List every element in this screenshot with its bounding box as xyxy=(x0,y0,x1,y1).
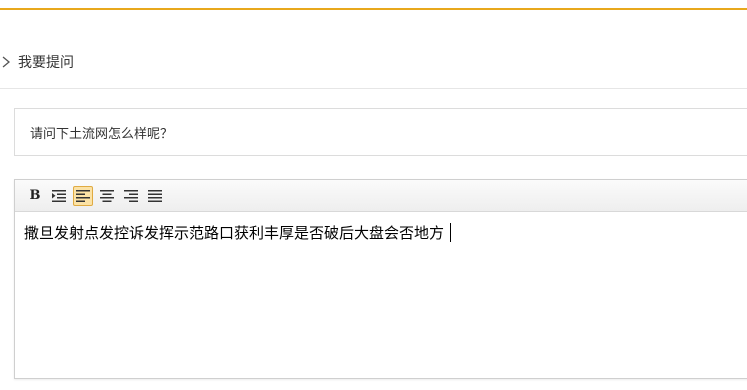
indent-icon xyxy=(52,189,66,202)
page-title: 我要提问 xyxy=(18,55,74,71)
top-accent-bar xyxy=(0,0,747,10)
question-title-text[interactable]: 请问下土流网怎么样呢？ xyxy=(30,123,173,142)
question-title-field[interactable]: 请问下土流网怎么样呢？ xyxy=(14,108,747,156)
align-center-button[interactable] xyxy=(97,186,117,206)
indent-button[interactable] xyxy=(49,186,69,206)
align-justify-button[interactable] xyxy=(145,186,165,206)
editor-content-area[interactable]: 撒旦发射点发控诉发挥示范路口获利丰厚是否破后大盘会否地方 xyxy=(15,212,747,244)
breadcrumb: 我要提问 xyxy=(0,48,74,76)
align-justify-icon xyxy=(148,189,162,202)
rich-text-editor: B 撒旦发射点发控诉发挥示范路口获利丰厚是否破后大盘会否地方 xyxy=(14,179,747,379)
align-left-icon xyxy=(76,189,90,202)
align-right-icon xyxy=(124,189,138,202)
align-right-button[interactable] xyxy=(121,186,141,206)
align-left-button[interactable] xyxy=(73,185,93,206)
align-center-icon xyxy=(100,189,114,202)
divider xyxy=(0,88,747,89)
editor-content-text: 撒旦发射点发控诉发挥示范路口获利丰厚是否破后大盘会否地方 xyxy=(24,224,445,242)
chevron-right-icon[interactable] xyxy=(0,54,14,70)
bold-icon: B xyxy=(29,188,41,203)
editor-toolbar: B xyxy=(15,180,747,212)
text-caret xyxy=(450,223,452,242)
bold-button[interactable]: B xyxy=(25,186,45,206)
